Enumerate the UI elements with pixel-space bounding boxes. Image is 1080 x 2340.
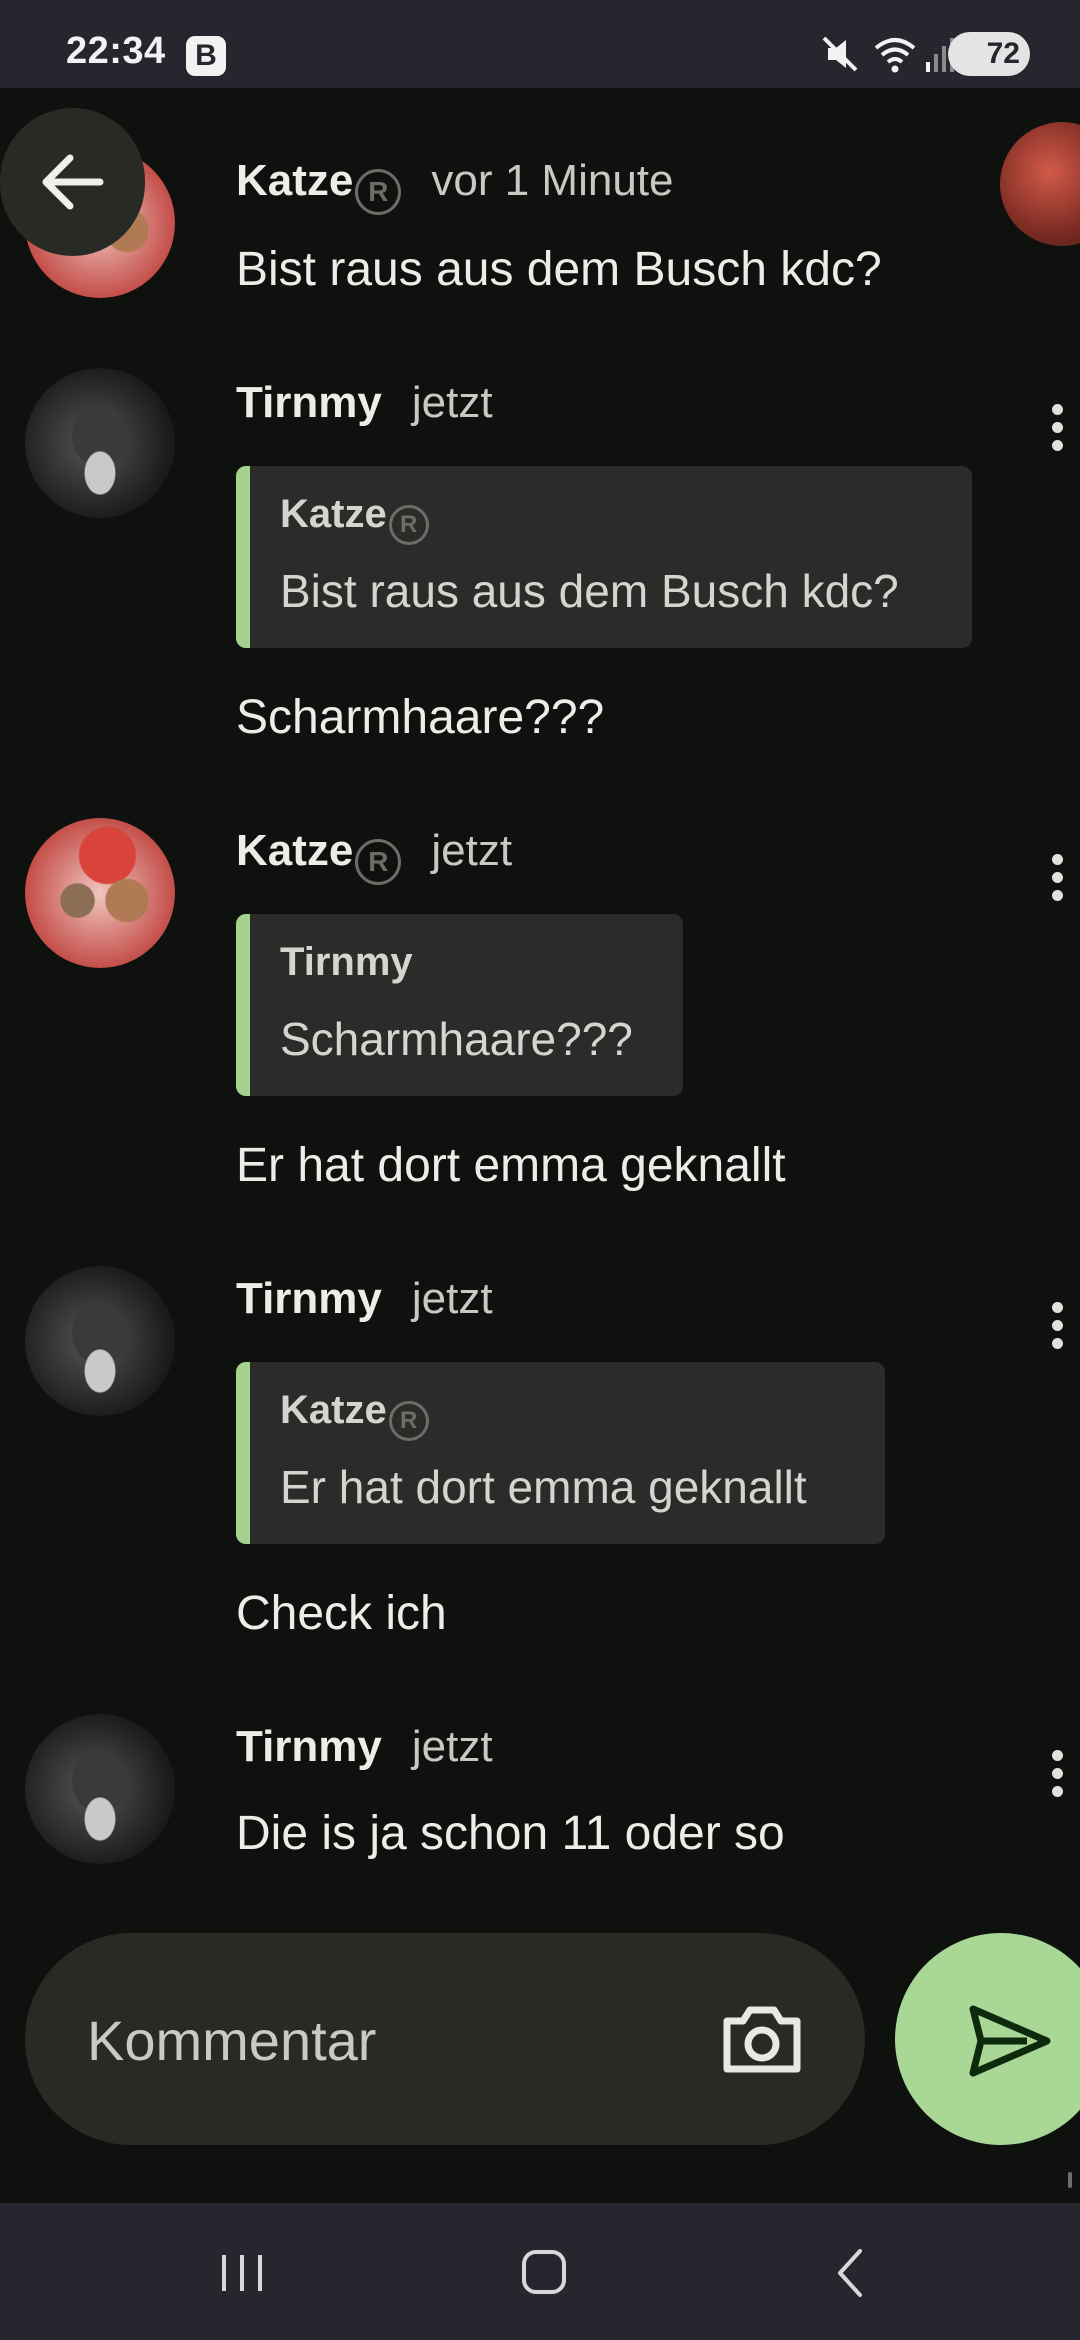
message-time: vor 1 Minute [431,156,674,205]
message-meta: Tirnmy jetzt [236,378,493,428]
status-app-badge: B [186,36,226,76]
quote-text: Er hat dort emma geknallt [280,1461,807,1513]
avatar[interactable] [25,1266,175,1416]
quoted-message[interactable]: Katze R Er hat dort emma geknallt [236,1362,885,1544]
system-nav-bar [0,2203,1080,2340]
home-icon[interactable] [504,2243,584,2303]
quoted-message[interactable]: Tirnmy Scharmhaare??? [236,914,683,1096]
registered-icon: R [388,505,429,545]
author-name[interactable]: Katze [236,156,353,205]
more-vertical-icon[interactable] [1052,1750,1064,1804]
avatar[interactable] [1000,122,1080,246]
status-icons: 72 [820,32,1030,76]
status-bar: 22:34 B 72 [0,0,1080,88]
message-meta: Tirnmy jetzt [236,1722,493,1772]
message-text: Scharmhaare??? [236,691,605,744]
camera-button[interactable] [719,1999,805,2079]
message-text: Bist raus aus dem Busch kdc? [236,243,882,296]
author-name[interactable]: Tirnmy [236,1274,382,1323]
message-text: Er hat dort emma geknallt [236,1139,786,1192]
author-name[interactable]: Katze [236,826,353,875]
author-name[interactable]: Tirnmy [236,1722,382,1771]
registered-icon: R [355,839,402,885]
message-meta: Katze Rvor 1 Minute [236,156,673,215]
quote-text: Bist raus aus dem Busch kdc? [280,565,899,617]
quote-author: Tirnmy [280,940,413,984]
back-button[interactable] [0,108,145,256]
message-meta: Katze Rjetzt [236,826,512,885]
camera-icon [723,2006,801,2073]
status-time: 22:34 [66,30,166,72]
battery-indicator: 72 [948,32,1030,76]
author-name[interactable]: Tirnmy [236,378,382,427]
quote-author: Katze R [280,492,429,545]
send-button[interactable] [895,1933,1080,2145]
avatar[interactable] [25,368,175,518]
quote-text: Scharmhaare??? [280,1013,633,1065]
registered-icon: R [388,1401,429,1441]
more-vertical-icon[interactable] [1052,854,1064,908]
recents-icon[interactable] [202,2243,282,2303]
avatar[interactable] [25,1714,175,1864]
message-time: jetzt [411,1722,493,1771]
message-time: jetzt [431,826,513,875]
quoted-message[interactable]: Katze R Bist raus aus dem Busch kdc? [236,466,972,648]
avatar[interactable] [25,818,175,968]
more-vertical-icon[interactable] [1052,1302,1064,1356]
message-meta: Tirnmy jetzt [236,1274,493,1324]
scrollbar[interactable] [1068,2172,1072,2188]
send-icon [969,2005,1051,2077]
wifi-icon [874,38,916,73]
more-vertical-icon[interactable] [1052,404,1064,458]
chevron-left-icon[interactable] [808,2243,888,2303]
comment-input[interactable] [85,2003,709,2077]
arrow-left-icon [42,154,104,210]
message-time: jetzt [411,1274,493,1323]
quote-author: Katze R [280,1388,429,1441]
message-text: Check ich [236,1587,447,1640]
registered-icon: R [355,169,402,215]
message-time: jetzt [411,378,493,427]
message-text: Die is ja schon 11 oder so [236,1807,785,1860]
comment-composer [25,1933,865,2145]
mute-icon [822,36,858,72]
